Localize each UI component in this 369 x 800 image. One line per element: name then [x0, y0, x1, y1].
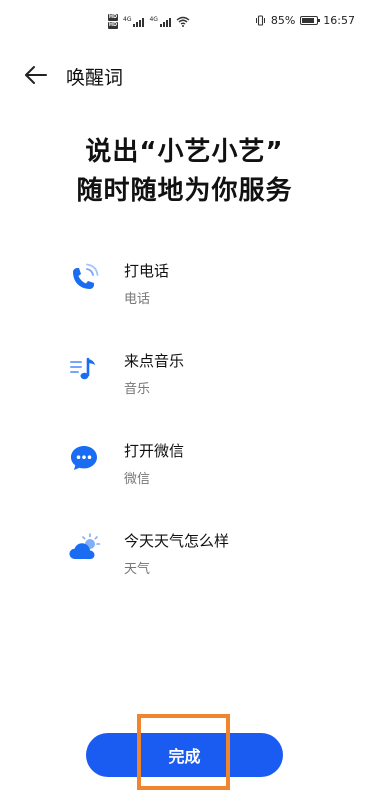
- battery-percent: 85%: [270, 14, 296, 27]
- suggestion-subtitle: 电话: [124, 292, 151, 307]
- chat-bubble-icon: [71, 446, 97, 470]
- hd-badge-1: HD: [108, 14, 118, 21]
- status-bar-left: HD HD 4G 4G: [108, 14, 190, 29]
- music-note-icon: [70, 357, 95, 380]
- battery-icon: [300, 16, 321, 25]
- signal-icon: 4G: [123, 15, 145, 27]
- suggestion-subtitle: 天气: [124, 562, 151, 577]
- status-bar: HD HD 4G 4G 85% 16:57: [0, 0, 369, 40]
- phone-call-icon: [73, 263, 99, 289]
- headline: 说出“小艺小艺” 随时随地为你服务: [0, 133, 369, 211]
- status-bar-right: 85% 16:57: [255, 14, 355, 27]
- headline-line-2: 随时随地为你服务: [76, 176, 293, 206]
- done-button[interactable]: 完成: [86, 733, 283, 777]
- header: 唤醒词: [0, 55, 369, 95]
- suggestion-title: 来点音乐: [124, 352, 185, 370]
- weather-icon: [69, 533, 101, 559]
- hd-badge-2: HD: [108, 22, 118, 29]
- suggestion-music: 来点音乐 音乐: [66, 348, 346, 404]
- hd-icon: HD HD: [108, 14, 118, 29]
- back-arrow-icon: [25, 66, 47, 84]
- suggestion-subtitle: 音乐: [124, 382, 151, 397]
- signal-icon-2: 4G: [149, 15, 171, 27]
- vibrate-icon: [255, 15, 265, 26]
- back-button[interactable]: [20, 61, 52, 89]
- suggestion-title: 打电话: [124, 262, 170, 280]
- status-time: 16:57: [323, 14, 355, 27]
- network-label-1: 4G: [123, 15, 132, 23]
- suggestion-title: 打开微信: [124, 442, 185, 460]
- suggestion-call: 打电话 电话: [66, 258, 346, 314]
- suggestion-subtitle: 微信: [124, 472, 151, 487]
- battery-fill: [302, 18, 314, 23]
- suggestion-wechat: 打开微信 微信: [66, 438, 346, 494]
- wifi-icon: [176, 16, 190, 27]
- page-title: 唤醒词: [66, 67, 124, 89]
- suggestion-weather: 今天天气怎么样 天气: [66, 528, 346, 584]
- network-label-2: 4G: [149, 15, 158, 23]
- suggestion-title: 今天天气怎么样: [124, 532, 230, 550]
- headline-line-1: 说出“小艺小艺”: [85, 137, 284, 167]
